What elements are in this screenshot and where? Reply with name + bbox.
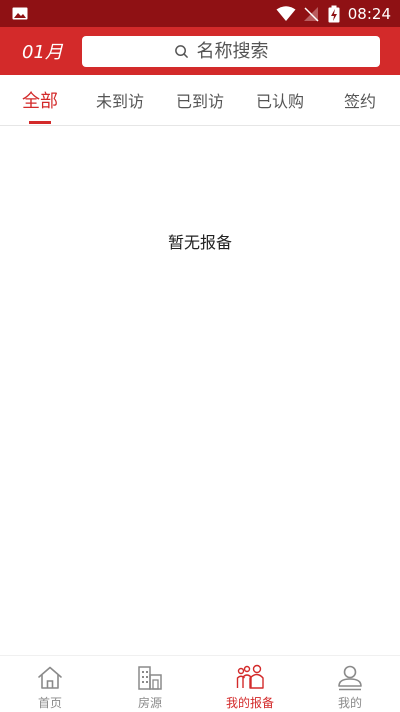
tab-visited[interactable]: 已到访	[160, 75, 240, 125]
status-time: 08:24	[347, 4, 391, 23]
status-tabs: 全部 未到访 已到访 已认购 签约	[0, 75, 400, 126]
user-icon	[338, 665, 362, 691]
active-tab-indicator	[29, 121, 51, 124]
header-bar: 01月	[0, 27, 400, 75]
home-icon	[38, 666, 62, 689]
search-input[interactable]	[194, 40, 289, 63]
nav-label: 我的	[337, 696, 362, 710]
nav-label: 我的报备	[225, 696, 274, 710]
tab-label: 全部	[22, 91, 58, 112]
nav-my-reports[interactable]: 我的报备	[200, 656, 300, 712]
nav-profile[interactable]: 我的	[300, 656, 400, 712]
empty-state-message: 暂无报备	[167, 233, 232, 252]
nav-home[interactable]: 首页	[0, 656, 100, 712]
tab-signed[interactable]: 签约	[320, 75, 400, 125]
no-signal-icon	[303, 6, 319, 22]
tab-label: 已到访	[175, 92, 224, 111]
tab-label: 签约	[343, 92, 376, 111]
wifi-icon	[276, 5, 296, 21]
nav-label: 首页	[37, 696, 62, 710]
battery-charging-icon	[328, 5, 340, 22]
status-bar: 08:24	[0, 0, 400, 27]
tab-all[interactable]: 全部	[0, 75, 80, 125]
month-selector[interactable]: 01月	[22, 38, 63, 64]
people-icon	[236, 664, 264, 689]
bottom-navigation: 首页 房源 我的报备 我的	[0, 655, 400, 712]
nav-label: 房源	[137, 696, 162, 710]
search-box[interactable]	[82, 36, 380, 67]
status-icons: 08:24	[276, 0, 391, 27]
tab-label: 未到访	[95, 92, 144, 111]
building-icon	[138, 666, 162, 690]
image-notification-icon	[12, 7, 28, 20]
tab-label: 已认购	[255, 92, 304, 111]
nav-listings[interactable]: 房源	[100, 656, 200, 712]
search-icon	[174, 45, 188, 58]
tab-subscribed[interactable]: 已认购	[240, 75, 320, 125]
tab-not-visited[interactable]: 未到访	[80, 75, 160, 125]
